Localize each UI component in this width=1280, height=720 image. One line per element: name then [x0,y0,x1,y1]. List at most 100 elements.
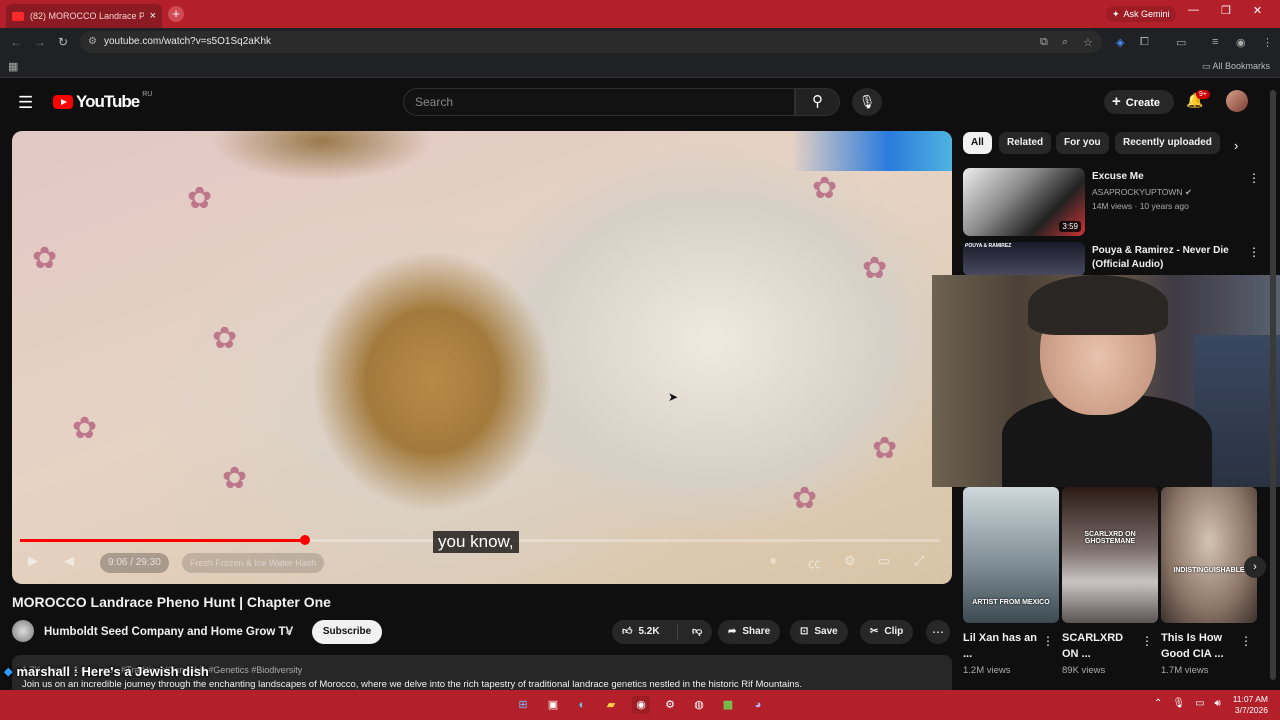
recommendation-channel[interactable]: ASAPROCKYUPTOWN ✔ [1092,187,1192,198]
start-windows-icon[interactable]: ⊞ [514,696,532,714]
more-options-icon[interactable]: ⋮ [1042,634,1054,648]
tab-close-icon[interactable]: × [150,10,156,22]
obs-icon[interactable]: ◍ [690,696,708,714]
hamburger-menu-icon[interactable]: ☰ [18,93,33,113]
network-icon[interactable]: ▭ [1195,698,1204,709]
more-horizontal-icon: ⋯ [932,625,944,639]
short-thumbnail[interactable]: ARTIST FROM MEXICO [963,487,1059,623]
more-options-icon[interactable]: ⋮ [1141,634,1153,648]
description-text: Join us on an incredible journey through… [22,679,802,690]
chip-related[interactable]: Related [999,132,1052,154]
forward-icon[interactable]: → [34,35,46,49]
fullscreen-icon[interactable]: ⤢ [914,553,924,569]
profile-icon[interactable]: ◉ [1236,36,1246,49]
autoplay-toggle-icon[interactable]: ⏸ [770,553,777,569]
like-button[interactable]: 👍︎ 5.2K [612,624,678,640]
discord-icon[interactable]: ◕ [749,696,767,714]
cast-icon[interactable]: ▭ [1176,36,1186,49]
settings-gear-icon[interactable]: ⚙ [844,553,856,569]
channel-name: ASAPROCKYUPTOWN [1092,187,1183,197]
more-options-icon[interactable]: ⋮ [1240,634,1252,648]
more-options-icon[interactable]: ⋮ [1248,245,1260,259]
dislike-button[interactable]: 👎︎ [684,620,702,644]
search-button[interactable]: ⚲ [795,88,840,116]
chip-for-you[interactable]: For you [1056,132,1109,154]
channel-name[interactable]: Humboldt Seed Company and Home Grow TV [44,626,293,638]
apps-grid-icon[interactable]: ▦ [8,60,18,73]
close-window-icon[interactable]: ✕ [1253,4,1262,17]
file-explorer-icon[interactable]: ▰ [602,696,620,714]
edge-browser-icon[interactable]: ◐ [573,696,591,714]
share-button[interactable]: ➦ Share [718,620,781,644]
minimize-icon[interactable]: — [1188,4,1199,17]
chevron-up-icon[interactable]: ⌃ [1154,698,1162,709]
restore-icon[interactable]: ❐ [1221,4,1231,17]
extension-icon[interactable]: ◈ [1116,36,1124,49]
fabric-flower-icon: ✿ [222,462,248,495]
site-info-icon[interactable]: ⚙ [88,31,97,53]
voice-search-button[interactable]: 🎙 [852,88,882,116]
reload-icon[interactable]: ↻ [58,35,68,49]
clip-button[interactable]: ✂ Clip [860,620,914,644]
kick-icon[interactable]: ▩ [719,696,737,714]
more-options-icon[interactable]: ⋮ [1248,171,1260,185]
microphone-tray-icon[interactable]: 🎙 [1172,698,1185,709]
chrome-icon[interactable]: ◉ [632,696,650,714]
folder-icon: ▭ [1201,61,1213,71]
short-thumbnail[interactable]: SCARLXRD ON GHOSTEMANE [1062,487,1158,623]
miniplayer-icon[interactable]: ▭ [878,553,890,569]
thumbs-down-icon: 👎︎ [692,626,703,637]
short-title[interactable]: Lil Xan has an ... [963,630,1043,662]
channel-avatar[interactable] [12,620,34,642]
captions-icon[interactable]: ㏄ [808,553,821,572]
more-actions-button[interactable]: ⋯ [926,620,950,644]
task-view-icon[interactable]: ▣ [544,696,562,714]
recommendation-item[interactable]: 3:59 Excuse Me ASAPROCKYUPTOWN ✔ 14M vie… [963,168,1268,238]
chapter-title[interactable]: Fresh Frozen & Ice Water Hash [182,553,325,573]
bookmarks-bar: ▦ ▭ All Bookmarks [0,56,1280,78]
chips-next-icon[interactable]: › [1234,138,1238,153]
short-thumbnail[interactable]: INDISTINGUISHABLE [1161,487,1257,623]
extensions-puzzle-icon[interactable]: ⧠ [1140,36,1149,49]
reading-list-icon[interactable]: ≡ [1212,36,1218,48]
url-field[interactable]: ⚙ youtube.com/watch?v=s5O1Sq2aKhk [80,31,1102,53]
scrollbar-thumb[interactable] [1270,90,1276,680]
bookmark-star-icon[interactable]: ☆ [1083,36,1093,49]
install-app-icon[interactable]: ⧉ [1040,36,1048,49]
short-title[interactable]: SCARLXRD ON ... [1062,630,1142,662]
video-frame-detail [792,131,952,171]
volume-icon[interactable]: ◀ [64,553,74,569]
all-bookmarks-link[interactable]: ▭ All Bookmarks [1202,61,1270,72]
back-icon[interactable]: ← [10,35,22,49]
chip-all[interactable]: All [963,132,992,154]
create-button[interactable]: + Create [1104,90,1174,114]
chip-recently-uploaded[interactable]: Recently uploaded [1115,132,1220,154]
youtube-logo[interactable]: YouTube RU [53,90,153,112]
video-player[interactable]: ✿ ✿ ✿ ✿ ✿ ✿ ✿ ✿ ✿ ➤ ▶ ◀ 9:06 / 29:30 Fre… [12,131,952,584]
ask-gemini-button[interactable]: ✦ Ask Gemini [1106,6,1176,22]
region-code: RU [142,90,153,98]
new-tab-button[interactable]: + [168,6,184,22]
zoom-icon[interactable]: ⌕ [1062,36,1068,49]
subscribe-button[interactable]: Subscribe [312,620,382,644]
progress-scrubber[interactable] [300,535,311,545]
taskbar-clock[interactable]: 11:07 AM 3/7/2026 [1228,694,1268,716]
browser-menu-icon[interactable]: ⋮ [1262,36,1273,49]
browser-tab[interactable]: (82) MOROCCO Landrace Phen × [6,4,162,28]
search-icon: ⚲ [812,93,823,110]
recommendation-title[interactable]: Excuse Me [1092,170,1242,184]
page-scrollbar[interactable] [1270,86,1276,690]
steam-icon[interactable]: ⚙ [661,696,679,714]
chat-message: marshall : Here's a Jewish dish [16,664,209,679]
save-button[interactable]: ⊡ Save [790,620,848,644]
fabric-flower-icon: ✿ [212,322,238,355]
recommendation-title[interactable]: Pouya & Ramirez - Never Die (Official Au… [1092,244,1242,272]
search-input[interactable]: Search [403,88,795,116]
user-avatar[interactable] [1226,90,1248,112]
recommendation-thumbnail[interactable]: 3:59 [963,168,1085,236]
speaker-icon[interactable]: 🔊︎ [1215,698,1221,709]
play-icon[interactable]: ▶ [28,553,38,569]
shorts-next-button[interactable]: › [1244,556,1266,578]
short-title[interactable]: This Is How Good CIA ... [1161,630,1241,662]
recommendation-thumbnail[interactable]: POUYA & RAMIREZ [963,242,1085,276]
